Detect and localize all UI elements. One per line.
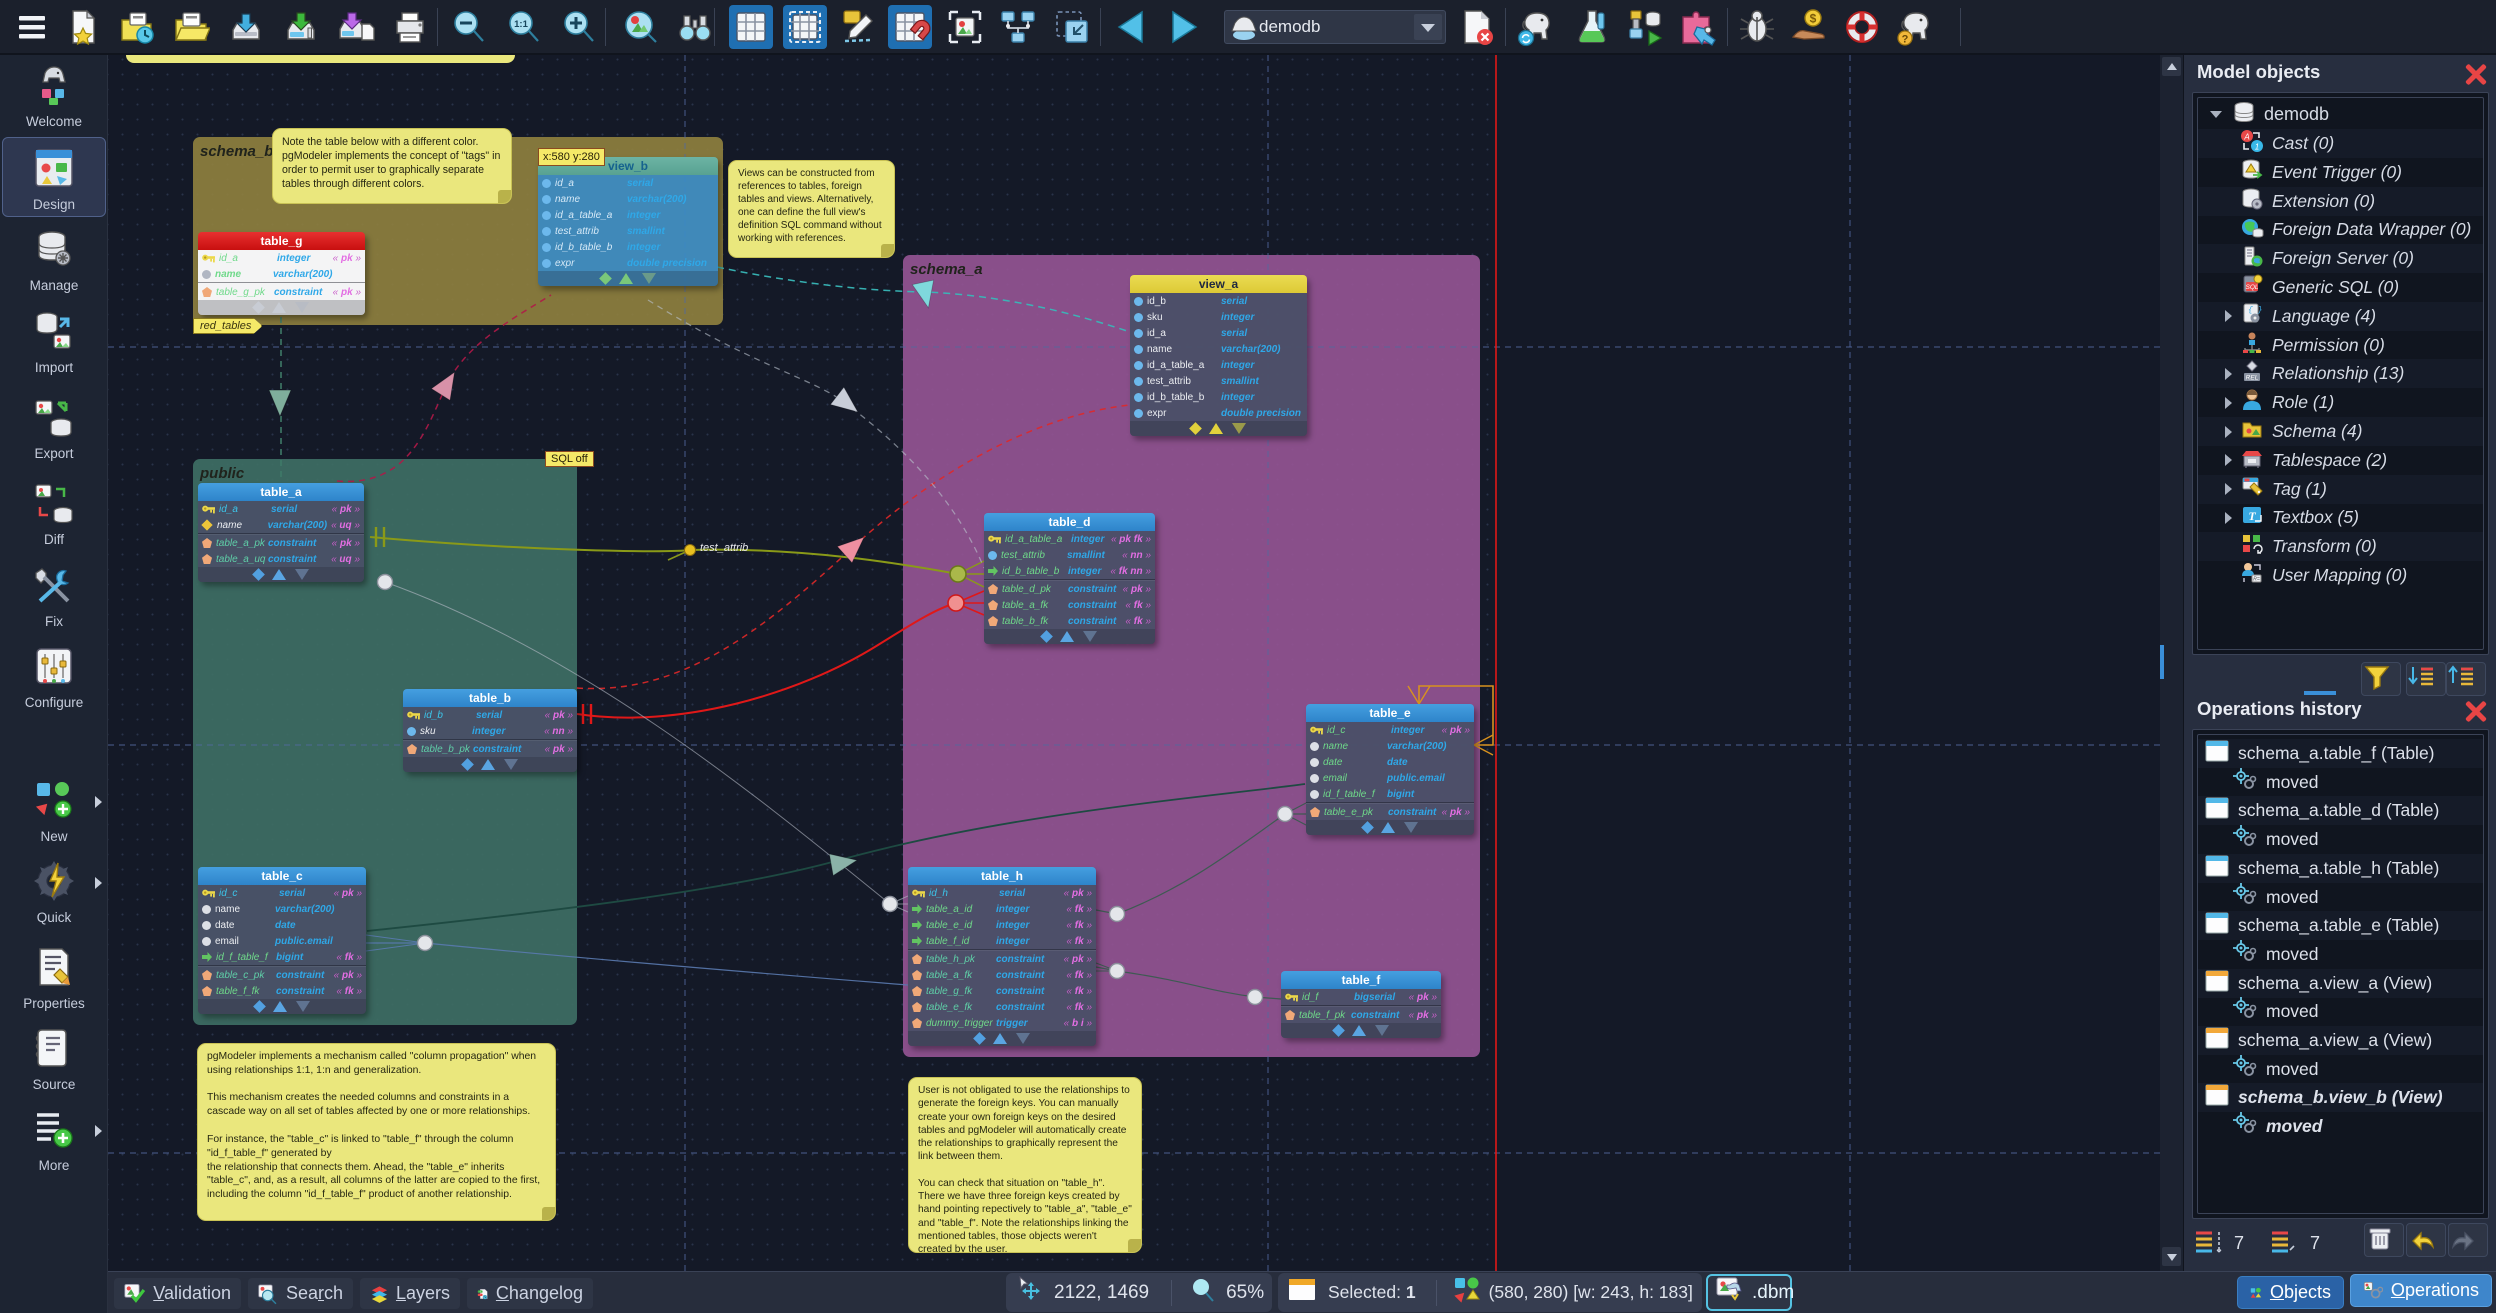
svg-text:-: - — [480, 1292, 481, 1296]
svg-text:SQL: SQL — [2245, 284, 2258, 291]
svg-text:A: A — [2243, 133, 2249, 142]
svg-text:?: ? — [1902, 34, 1909, 46]
svg-text:$: $ — [1810, 12, 1817, 26]
svg-text:1:1: 1:1 — [514, 19, 528, 30]
svg-text:REL: REL — [2246, 375, 2259, 382]
svg-text:R=: R= — [2253, 577, 2260, 583]
svg-text:1: 1 — [2255, 143, 2259, 152]
